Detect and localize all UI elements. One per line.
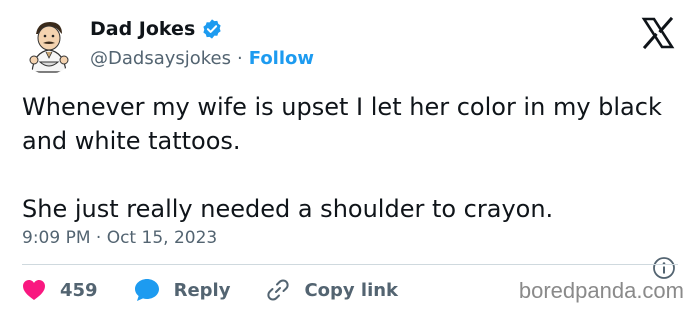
- watermark: boredpanda.com: [518, 278, 684, 303]
- reply-label: Reply: [173, 279, 231, 301]
- tweet-card: Dad Jokes @Dadsaysjokes · Follow Wheneve…: [0, 0, 700, 318]
- tweet-paragraph-1: Whenever my wife is upset I let her colo…: [22, 93, 662, 155]
- x-logo-icon[interactable]: [641, 16, 675, 50]
- author-display-name[interactable]: Dad Jokes: [90, 18, 195, 40]
- cartoon-chef-avatar-icon: [18, 14, 78, 74]
- reply-button[interactable]: Reply: [134, 278, 231, 302]
- heart-icon: [23, 280, 45, 300]
- like-count: 459: [60, 279, 98, 301]
- link-icon: [267, 279, 290, 301]
- info-icon[interactable]: [652, 256, 676, 280]
- speech-bubble-icon: [134, 279, 159, 301]
- like-button[interactable]: 459: [22, 279, 98, 301]
- copy-link-button[interactable]: Copy link: [266, 278, 398, 302]
- divider: [22, 264, 678, 265]
- author-handle-row: @Dadsaysjokes · Follow: [90, 48, 314, 69]
- tweet-text: Whenever my wife is upset I let her colo…: [22, 90, 682, 226]
- separator-dot: ·: [237, 48, 243, 69]
- avatar[interactable]: [18, 14, 78, 74]
- author-name-row: Dad Jokes: [90, 18, 223, 40]
- author-handle[interactable]: @Dadsaysjokes: [90, 48, 231, 69]
- verified-badge-icon: [203, 19, 221, 39]
- tweet-timestamp[interactable]: 9:09 PM · Oct 15, 2023: [22, 228, 217, 248]
- tweet-paragraph-2: She just really needed a shoulder to cra…: [22, 195, 554, 223]
- follow-button[interactable]: Follow: [249, 48, 314, 69]
- copy-link-label: Copy link: [304, 279, 399, 301]
- action-bar: 459 Reply Copy link: [22, 278, 434, 302]
